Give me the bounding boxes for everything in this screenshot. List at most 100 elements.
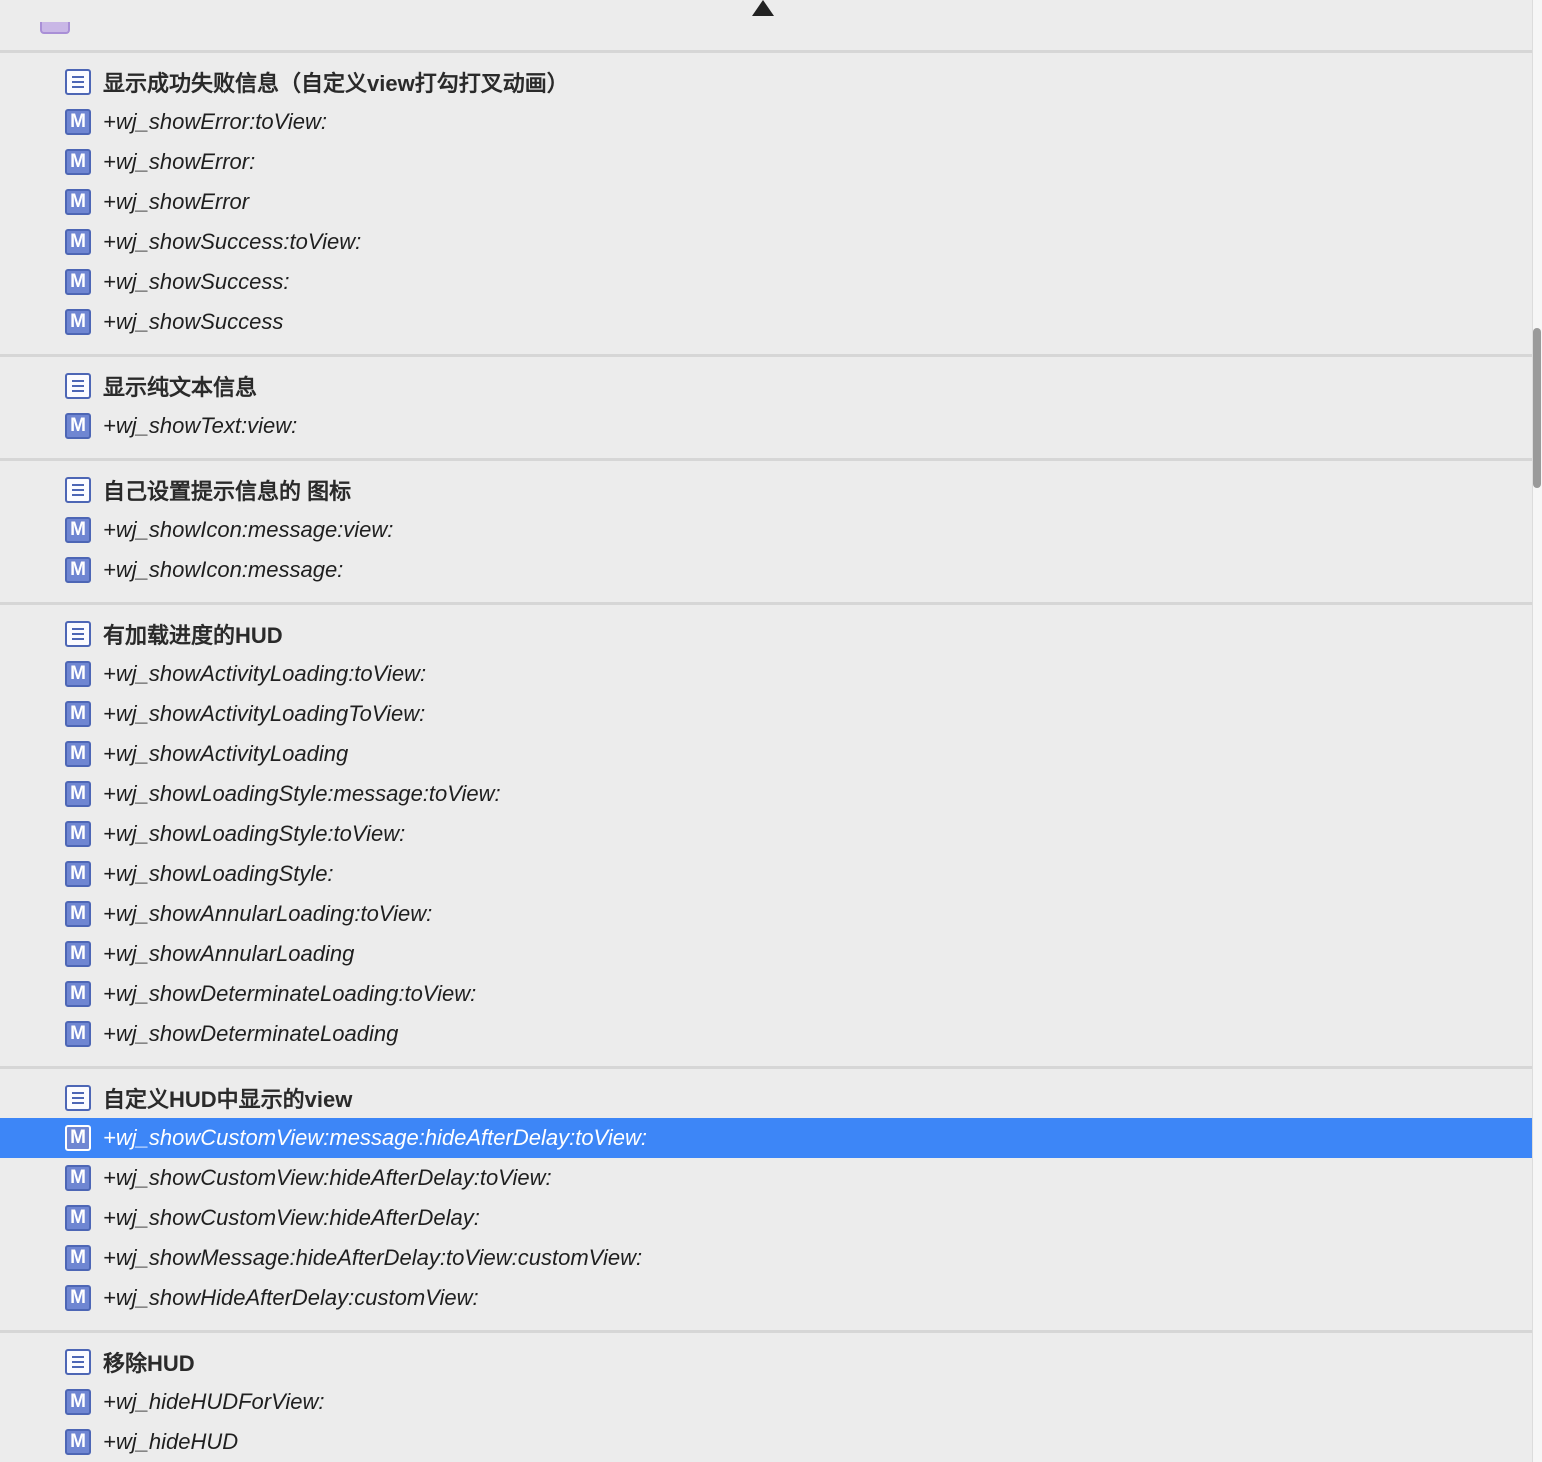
method-row-selected[interactable]: M +wj_showCustomView:message:hideAfterDel… [0, 1118, 1532, 1158]
method-label: +wj_showActivityLoading [103, 741, 349, 766]
method-icon-letter: M [70, 743, 86, 764]
method-row[interactable]: M +wj_showLoadingStyle: [0, 854, 1532, 894]
method-icon-letter: M [70, 1431, 86, 1452]
method-row[interactable]: M +wj_showDeterminateLoading:toView: [0, 974, 1532, 1014]
section-header-label: 自定义HUD中显示的view [103, 1087, 353, 1112]
method-row[interactable]: M +wj_showText:view: [0, 406, 1532, 446]
method-row[interactable]: M +wj_showSuccess: [0, 262, 1532, 302]
method-icon-letter: M [70, 663, 86, 684]
method-label: +wj_showMessage:hideAfterDelay:toView:cu… [103, 1245, 643, 1270]
method-icon: M [65, 517, 91, 543]
method-icon-letter: M [70, 111, 86, 132]
method-row[interactable]: M +wj_showActivityLoadingToView: [0, 694, 1532, 734]
method-row[interactable]: M +wj_showAnnularLoading [0, 934, 1532, 974]
method-icon: M [65, 1429, 91, 1455]
method-icon-letter: M [70, 943, 86, 964]
method-row[interactable]: M +wj_showSuccess [0, 302, 1532, 342]
method-row[interactable]: M +wj_showActivityLoading:toView: [0, 654, 1532, 694]
method-row[interactable]: M +wj_showIcon:message: [0, 550, 1532, 590]
method-icon-letter: M [70, 1127, 86, 1148]
method-row[interactable]: M +wj_showSuccess:toView: [0, 222, 1532, 262]
method-icon-letter: M [70, 1167, 86, 1188]
method-row[interactable]: M +wj_showCustomView:hideAfterDelay: [0, 1198, 1532, 1238]
method-label: +wj_showCustomView:message:hideAfterDela… [103, 1125, 647, 1150]
method-label: +wj_showIcon:message: [103, 557, 344, 582]
section-header-label: 有加载进度的HUD [103, 623, 283, 648]
section-header-label: 自己设置提示信息的 图标 [103, 479, 352, 504]
section-separator [0, 1330, 1532, 1333]
method-row[interactable]: M +wj_showDeterminateLoading [0, 1014, 1532, 1054]
section-header-label: 显示纯文本信息 [103, 375, 258, 400]
method-label: +wj_showActivityLoading:toView: [103, 661, 427, 686]
section-header-row: 移除HUD [0, 1342, 1532, 1382]
method-row[interactable]: M +wj_showLoadingStyle:toView: [0, 814, 1532, 854]
method-icon-letter: M [70, 311, 86, 332]
method-icon-letter: M [70, 703, 86, 724]
method-row[interactable]: M +wj_showError: [0, 142, 1532, 182]
section-separator [0, 50, 1532, 53]
method-icon: M [65, 269, 91, 295]
method-icon: M [65, 1245, 91, 1271]
method-icon-letter: M [70, 271, 86, 292]
method-row[interactable]: M +wj_showError [0, 182, 1532, 222]
method-icon: M [65, 821, 91, 847]
pragma-mark-list-icon [65, 373, 91, 399]
method-icon: M [65, 413, 91, 439]
method-icon-letter: M [70, 231, 86, 252]
method-row[interactable]: M +wj_showError:toView: [0, 102, 1532, 142]
method-label: +wj_showIcon:message:view: [103, 517, 394, 542]
method-icon: M [65, 557, 91, 583]
method-label: +wj_showDeterminateLoading [103, 1021, 399, 1046]
method-icon: M [65, 861, 91, 887]
method-label: +wj_hideHUD [103, 1429, 239, 1454]
section-header-row: 自定义HUD中显示的view [0, 1078, 1532, 1118]
method-row[interactable]: M +wj_hideHUD [0, 1422, 1532, 1462]
method-icon: M [65, 1165, 91, 1191]
method-row[interactable]: M +wj_showAnnularLoading:toView: [0, 894, 1532, 934]
method-label: +wj_showActivityLoadingToView: [103, 701, 426, 726]
method-icon: M [65, 741, 91, 767]
method-row[interactable]: M +wj_showIcon:message:view: [0, 510, 1532, 550]
section-header-row: 有加载进度的HUD [0, 614, 1532, 654]
method-label: +wj_showAnnularLoading:toView: [103, 901, 433, 926]
method-label: +wj_showCustomView:hideAfterDelay:toView… [103, 1165, 552, 1190]
jump-bar-symbol-menu: 显示成功失败信息（自定义view打勾打叉动画） M +wj_showError:to… [0, 0, 1532, 1462]
scrollbar-track[interactable] [1532, 0, 1542, 1462]
method-label: +wj_showDeterminateLoading:toView: [103, 981, 477, 1006]
method-row[interactable]: M +wj_showHideAfterDelay:customView: [0, 1278, 1532, 1318]
method-icon: M [65, 1125, 91, 1151]
method-icon: M [65, 1389, 91, 1415]
pragma-mark-list-icon [65, 1349, 91, 1375]
method-label: +wj_showSuccess:toView: [103, 229, 362, 254]
method-label: +wj_hideHUDForView: [103, 1389, 325, 1414]
method-icon: M [65, 309, 91, 335]
method-label: +wj_showCustomView:hideAfterDelay: [103, 1205, 480, 1230]
method-row[interactable]: M +wj_hideHUDForView: [0, 1382, 1532, 1422]
method-row[interactable]: M +wj_showActivityLoading [0, 734, 1532, 774]
section-separator [0, 602, 1532, 605]
section-separator [0, 354, 1532, 357]
method-icon-letter: M [70, 1023, 86, 1044]
method-icon: M [65, 1285, 91, 1311]
method-icon-letter: M [70, 191, 86, 212]
clipped-symbol-icon [40, 22, 70, 34]
method-label: +wj_showSuccess [103, 309, 284, 334]
scrollbar-thumb[interactable] [1533, 328, 1541, 488]
method-icon-letter: M [70, 519, 86, 540]
method-row[interactable]: M +wj_showLoadingStyle:message:toView: [0, 774, 1532, 814]
method-icon: M [65, 781, 91, 807]
method-icon-letter: M [70, 1207, 86, 1228]
method-icon-letter: M [70, 983, 86, 1004]
method-label: +wj_showError:toView: [103, 109, 327, 134]
scroll-up-arrow-icon[interactable] [752, 0, 774, 16]
pragma-mark-list-icon [65, 477, 91, 503]
method-icon: M [65, 981, 91, 1007]
method-icon: M [65, 661, 91, 687]
method-label: +wj_showLoadingStyle: [103, 861, 334, 886]
method-label: +wj_showError: [103, 149, 256, 174]
method-row[interactable]: M +wj_showMessage:hideAfterDelay:toView:c… [0, 1238, 1532, 1278]
method-icon: M [65, 189, 91, 215]
section-header-label: 移除HUD [103, 1351, 195, 1376]
section-header-label: 显示成功失败信息（自定义view打勾打叉动画） [103, 71, 569, 96]
method-row[interactable]: M +wj_showCustomView:hideAfterDelay:toVie… [0, 1158, 1532, 1198]
